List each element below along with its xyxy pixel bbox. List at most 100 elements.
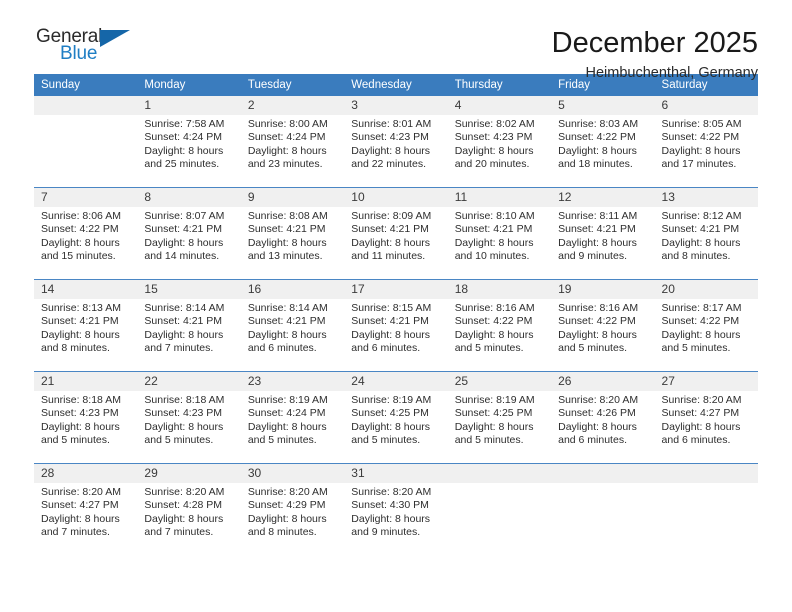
- daylight-text-line1: Daylight: 8 hours: [144, 328, 224, 341]
- sunset-text: Sunset: 4:28 PM: [144, 499, 223, 512]
- logo-text-blue: Blue: [60, 43, 98, 64]
- day-cell-inner: 12 Sunrise: 8:11 AM Sunset: 4:21 PM Dayligh…: [551, 188, 655, 279]
- calendar-day-cell[interactable]: 30 Sunrise: 8:20 AM Sunset: 4:29 PM Dayligh…: [240, 463, 345, 555]
- day-details: Sunrise: 8:18 AM Sunset: 4:23 PM Daylight:…: [137, 391, 240, 448]
- calendar-day-cell[interactable]: 13 Sunrise: 8:12 AM Sunset: 4:21 PM Dayligh…: [654, 187, 758, 280]
- day-details: Sunrise: 8:02 AM Sunset: 4:23 PM Daylight:…: [448, 115, 551, 172]
- sunset-text: Sunset: 4:27 PM: [41, 499, 119, 512]
- calendar-day-cell[interactable]: 22 Sunrise: 8:18 AM Sunset: 4:23 PM Dayligh…: [137, 371, 241, 464]
- calendar-day-cell[interactable]: 11 Sunrise: 8:10 AM Sunset: 4:21 PM Dayligh…: [447, 187, 552, 280]
- calendar-day-cell[interactable]: 29 Sunrise: 8:20 AM Sunset: 4:28 PM Dayligh…: [137, 463, 241, 555]
- weekday-tuesday: Tuesday: [240, 74, 345, 96]
- calendar-day-cell[interactable]: 14 Sunrise: 8:13 AM Sunset: 4:21 PM Dayligh…: [34, 279, 138, 372]
- calendar-day-cell[interactable]: 7 Sunrise: 8:06 AM Sunset: 4:22 PM Daylight…: [34, 187, 138, 280]
- day-cell-inner: 2 Sunrise: 8:00 AM Sunset: 4:24 PM Daylight…: [240, 96, 345, 187]
- day-number: 16: [240, 280, 345, 299]
- calendar-day-cell[interactable]: 17 Sunrise: 8:15 AM Sunset: 4:21 PM Dayligh…: [344, 279, 448, 372]
- calendar-day-cell[interactable]: 19 Sunrise: 8:16 AM Sunset: 4:22 PM Dayligh…: [551, 279, 655, 372]
- day-details: Sunrise: 8:18 AM Sunset: 4:23 PM Daylight:…: [34, 391, 137, 448]
- day-details: Sunrise: 8:14 AM Sunset: 4:21 PM Daylight:…: [137, 299, 240, 356]
- calendar-day-cell[interactable]: 2 Sunrise: 8:00 AM Sunset: 4:24 PM Daylight…: [240, 96, 345, 188]
- calendar-day-cell[interactable]: 26 Sunrise: 8:20 AM Sunset: 4:26 PM Dayligh…: [551, 371, 655, 464]
- day-cell-inner: 28 Sunrise: 8:20 AM Sunset: 4:27 PM Dayligh…: [34, 464, 138, 555]
- daylight-text-line1: Daylight: 8 hours: [558, 236, 637, 249]
- daylight-text-line2: and 5 minutes.: [351, 434, 421, 447]
- day-details: Sunrise: 8:03 AM Sunset: 4:22 PM Daylight:…: [551, 115, 654, 172]
- daylight-text-line1: Daylight: 8 hours: [454, 420, 534, 433]
- daylight-text-line2: and 6 minutes.: [247, 342, 317, 355]
- daylight-text-line1: Daylight: 8 hours: [351, 328, 431, 341]
- calendar-week-row: 7 Sunrise: 8:06 AM Sunset: 4:22 PM Daylight…: [34, 187, 758, 280]
- daylight-text-line2: and 5 minutes.: [454, 434, 524, 447]
- calendar-day-cell[interactable]: 6 Sunrise: 8:05 AM Sunset: 4:22 PM Daylight…: [654, 96, 758, 188]
- day-number: 3: [344, 96, 448, 115]
- daylight-text-line2: and 14 minutes.: [144, 250, 220, 263]
- calendar-day-cell[interactable]: 23 Sunrise: 8:19 AM Sunset: 4:24 PM Dayligh…: [240, 371, 345, 464]
- sunset-text: Sunset: 4:30 PM: [351, 499, 429, 512]
- title-block: December 2025 Heimbuchenthal, Germany: [552, 26, 758, 83]
- calendar-day-cell[interactable]: 10 Sunrise: 8:09 AM Sunset: 4:21 PM Dayligh…: [344, 187, 448, 280]
- sunset-text: Sunset: 4:21 PM: [661, 223, 740, 236]
- day-cell-inner: [551, 464, 655, 555]
- day-cell-inner: 18 Sunrise: 8:16 AM Sunset: 4:22 PM Dayligh…: [447, 280, 552, 371]
- calendar-day-cell[interactable]: 8 Sunrise: 8:07 AM Sunset: 4:21 PM Daylight…: [137, 187, 241, 280]
- sunset-text: Sunset: 4:22 PM: [41, 223, 119, 236]
- daylight-text-line2: and 11 minutes.: [351, 250, 426, 263]
- calendar-day-cell: [654, 463, 758, 555]
- calendar-day-cell[interactable]: 12 Sunrise: 8:11 AM Sunset: 4:21 PM Dayligh…: [551, 187, 655, 280]
- sunrise-text: Sunrise: 8:14 AM: [144, 302, 225, 314]
- calendar-day-cell[interactable]: 16 Sunrise: 8:14 AM Sunset: 4:21 PM Dayligh…: [240, 279, 345, 372]
- sunset-text: Sunset: 4:21 PM: [247, 315, 326, 328]
- calendar-day-cell[interactable]: 18 Sunrise: 8:16 AM Sunset: 4:22 PM Dayligh…: [447, 279, 552, 372]
- day-number: 7: [34, 188, 138, 207]
- day-details: Sunrise: 8:20 AM Sunset: 4:27 PM Daylight:…: [34, 483, 137, 540]
- daylight-text-line1: Daylight: 8 hours: [454, 328, 534, 341]
- day-number: 25: [447, 372, 552, 391]
- sunset-text: Sunset: 4:21 PM: [41, 315, 119, 328]
- day-number: 12: [551, 188, 655, 207]
- calendar-day-cell[interactable]: 21 Sunrise: 8:18 AM Sunset: 4:23 PM Dayligh…: [34, 371, 138, 464]
- weekday-thursday: Thursday: [447, 74, 552, 96]
- calendar-day-cell[interactable]: 25 Sunrise: 8:19 AM Sunset: 4:25 PM Dayligh…: [447, 371, 552, 464]
- daylight-text-line2: and 5 minutes.: [454, 342, 524, 355]
- calendar-week-row: 21 Sunrise: 8:18 AM Sunset: 4:23 PM Dayligh…: [34, 371, 758, 464]
- daylight-text-line2: and 6 minutes.: [661, 434, 731, 447]
- daylight-text-line2: and 6 minutes.: [558, 434, 627, 447]
- calendar-day-cell[interactable]: 31 Sunrise: 8:20 AM Sunset: 4:30 PM Dayligh…: [344, 463, 448, 555]
- calendar-day-cell[interactable]: 27 Sunrise: 8:20 AM Sunset: 4:27 PM Dayligh…: [654, 371, 758, 464]
- sunrise-text: Sunrise: 8:18 AM: [41, 394, 121, 406]
- day-number: 28: [34, 464, 138, 483]
- calendar-day-cell[interactable]: 5 Sunrise: 8:03 AM Sunset: 4:22 PM Daylight…: [551, 96, 655, 188]
- calendar-week-row: 1 Sunrise: 7:58 AM Sunset: 4:24 PM Daylight…: [34, 96, 758, 188]
- day-details: Sunrise: 8:09 AM Sunset: 4:21 PM Daylight:…: [344, 207, 447, 264]
- daylight-text-line1: Daylight: 8 hours: [661, 420, 741, 433]
- calendar-day-cell[interactable]: 4 Sunrise: 8:02 AM Sunset: 4:23 PM Daylight…: [447, 96, 552, 188]
- day-number: 30: [240, 464, 345, 483]
- calendar-day-cell[interactable]: 3 Sunrise: 8:01 AM Sunset: 4:23 PM Daylight…: [344, 96, 448, 188]
- calendar-day-cell[interactable]: 24 Sunrise: 8:19 AM Sunset: 4:25 PM Dayligh…: [344, 371, 448, 464]
- day-cell-inner: 21 Sunrise: 8:18 AM Sunset: 4:23 PM Dayligh…: [34, 372, 138, 463]
- calendar-day-cell: [551, 463, 655, 555]
- day-details: [655, 483, 758, 486]
- sunset-text: Sunset: 4:24 PM: [247, 407, 326, 420]
- calendar-day-cell[interactable]: 28 Sunrise: 8:20 AM Sunset: 4:27 PM Dayligh…: [34, 463, 138, 555]
- day-number: 23: [240, 372, 345, 391]
- calendar-day-cell[interactable]: 9 Sunrise: 8:08 AM Sunset: 4:21 PM Daylight…: [240, 187, 345, 280]
- sunrise-text: Sunrise: 8:14 AM: [247, 302, 328, 314]
- daylight-text-line1: Daylight: 8 hours: [144, 144, 224, 157]
- day-cell-inner: 23 Sunrise: 8:19 AM Sunset: 4:24 PM Dayligh…: [240, 372, 345, 463]
- calendar-day-cell[interactable]: 20 Sunrise: 8:17 AM Sunset: 4:22 PM Dayligh…: [654, 279, 758, 372]
- day-number: 19: [551, 280, 655, 299]
- day-cell-inner: 30 Sunrise: 8:20 AM Sunset: 4:29 PM Dayligh…: [240, 464, 345, 555]
- day-cell-inner: 5 Sunrise: 8:03 AM Sunset: 4:22 PM Daylight…: [551, 96, 655, 187]
- daylight-text-line1: Daylight: 8 hours: [144, 236, 224, 249]
- sunrise-text: Sunrise: 8:00 AM: [247, 118, 328, 130]
- calendar-day-cell[interactable]: 1 Sunrise: 7:58 AM Sunset: 4:24 PM Daylight…: [137, 96, 241, 188]
- day-details: Sunrise: 8:13 AM Sunset: 4:21 PM Daylight:…: [34, 299, 137, 356]
- day-number: [551, 464, 655, 483]
- day-details: Sunrise: 8:15 AM Sunset: 4:21 PM Daylight:…: [344, 299, 447, 356]
- sunrise-text: Sunrise: 8:09 AM: [351, 210, 432, 222]
- sunrise-text: Sunrise: 8:19 AM: [351, 394, 432, 406]
- day-details: Sunrise: 8:16 AM Sunset: 4:22 PM Daylight:…: [551, 299, 654, 356]
- calendar-day-cell[interactable]: 15 Sunrise: 8:14 AM Sunset: 4:21 PM Dayligh…: [137, 279, 241, 372]
